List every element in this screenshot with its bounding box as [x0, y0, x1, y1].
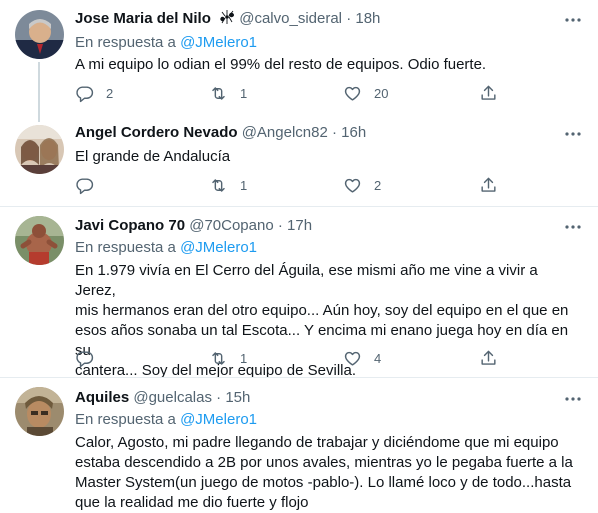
reply-count: 2	[106, 85, 114, 101]
author-name[interactable]: Jose Maria del Nilo	[75, 10, 211, 27]
heart-icon	[344, 86, 361, 101]
timestamp[interactable]: 17h	[287, 217, 312, 234]
avatar[interactable]	[15, 216, 64, 265]
timestamp[interactable]: 15h	[225, 389, 250, 406]
more-options-icon[interactable]	[564, 218, 582, 236]
share-button[interactable]	[479, 347, 498, 369]
like-button[interactable]: 20	[343, 82, 388, 104]
tweet-text-line: estaba descendido a 2B por unos avales, …	[75, 454, 573, 471]
share-button[interactable]	[479, 174, 498, 196]
reply-icon	[76, 350, 94, 367]
tweet[interactable]: Angel Cordero Nevado @Angelcn82 · 16h El…	[0, 121, 598, 206]
tweet-text-line: Master System(un juego de motos -pablo-)…	[75, 474, 572, 491]
reply-mention-link[interactable]: @JMelero1	[180, 239, 257, 256]
tweet-actions: 1 2	[75, 174, 505, 196]
tweet-text-line: En 1.979 vivía en El Cerro del Águila, e…	[75, 262, 538, 299]
author-handle[interactable]: @70Copano	[189, 217, 273, 234]
like-count: 2	[374, 177, 382, 193]
tweet-text: A mi equipo lo odian el 99% del resto de…	[75, 56, 487, 73]
like-button[interactable]: 2	[343, 174, 381, 196]
reply-button[interactable]: 2	[75, 82, 113, 104]
tweet-header: Aquiles @guelcalas · 15h	[75, 388, 250, 408]
author-name[interactable]: Javi Copano 70	[75, 217, 185, 234]
reply-icon	[76, 177, 94, 194]
reply-button[interactable]	[75, 347, 106, 369]
like-count: 4	[374, 350, 382, 366]
reply-context: En respuesta a @JMelero1	[75, 33, 257, 53]
separator-dot: ·	[216, 389, 222, 406]
tweet-header: Javi Copano 70 @70Copano · 17h	[75, 216, 312, 236]
tweet[interactable]: Aquiles @guelcalas · 15h En respuesta a …	[0, 378, 598, 512]
tweet-text: Calor, Agosto, mi padre llegando de trab…	[75, 433, 580, 513]
more-options-icon[interactable]	[564, 11, 582, 29]
retweet-icon	[212, 86, 225, 100]
share-icon	[481, 350, 496, 365]
tweet-text-line: que la realidad me dio fuerte y flojo	[75, 494, 309, 511]
heart-icon	[344, 351, 361, 366]
like-button[interactable]: 4	[343, 347, 381, 369]
author-handle[interactable]: @guelcalas	[133, 389, 212, 406]
tweet-actions: 2 1 20	[75, 82, 505, 104]
tweet-header: Jose Maria del Nilo @calvo_sideral · 18h	[75, 9, 380, 31]
tweet[interactable]: Javi Copano 70 @70Copano · 17h En respue…	[0, 207, 598, 379]
retweet-count: 1	[240, 85, 248, 101]
author-handle[interactable]: @Angelcn82	[242, 124, 328, 141]
retweet-button[interactable]: 1	[209, 347, 247, 369]
author-name[interactable]: Aquiles	[75, 389, 129, 406]
separator-dot: ·	[277, 217, 283, 234]
separator-dot: ·	[332, 124, 337, 141]
author-handle[interactable]: @calvo_sideral	[239, 10, 342, 27]
retweet-button[interactable]: 1	[209, 82, 247, 104]
tweet-text-line: mis hermanos eran del otro equipo... Aún…	[75, 302, 569, 319]
tweet-text-line: Calor, Agosto, mi padre llegando de trab…	[75, 434, 559, 451]
avatar[interactable]	[15, 387, 64, 436]
reply-label: En respuesta a	[75, 411, 176, 428]
reply-button[interactable]	[75, 174, 106, 196]
more-options-icon[interactable]	[564, 125, 582, 143]
reply-context: En respuesta a @JMelero1	[75, 238, 257, 258]
retweet-icon	[212, 178, 225, 192]
separator-dot: ·	[346, 10, 352, 27]
reply-mention-link[interactable]: @JMelero1	[180, 411, 257, 428]
tweet-text: El grande de Andalucía	[75, 148, 231, 165]
reply-context: En respuesta a @JMelero1	[75, 410, 257, 430]
tweet[interactable]: Jose Maria del Nilo @calvo_sideral · 18h…	[0, 0, 598, 122]
share-icon	[481, 85, 496, 100]
timestamp[interactable]: 16h	[341, 124, 366, 141]
reply-mention-link[interactable]: @JMelero1	[180, 34, 257, 51]
reply-label: En respuesta a	[75, 239, 176, 256]
retweet-button[interactable]: 1	[209, 174, 247, 196]
timestamp[interactable]: 18h	[355, 10, 380, 27]
share-button[interactable]	[479, 82, 498, 104]
avatar[interactable]	[15, 125, 64, 174]
reply-icon	[76, 85, 94, 102]
retweet-count: 1	[240, 177, 248, 193]
like-count: 20	[374, 85, 389, 101]
avatar[interactable]	[15, 10, 64, 59]
tweet-actions: 1 4	[75, 347, 505, 369]
share-icon	[481, 177, 496, 192]
ant-emoji-icon	[219, 9, 235, 31]
thread-line	[38, 62, 40, 122]
retweet-icon	[212, 351, 225, 365]
more-options-icon[interactable]	[564, 390, 582, 408]
reply-label: En respuesta a	[75, 34, 176, 51]
heart-icon	[344, 178, 361, 193]
retweet-count: 1	[240, 350, 248, 366]
tweet-header: Angel Cordero Nevado @Angelcn82 · 16h	[75, 123, 366, 143]
author-name[interactable]: Angel Cordero Nevado	[75, 124, 238, 141]
